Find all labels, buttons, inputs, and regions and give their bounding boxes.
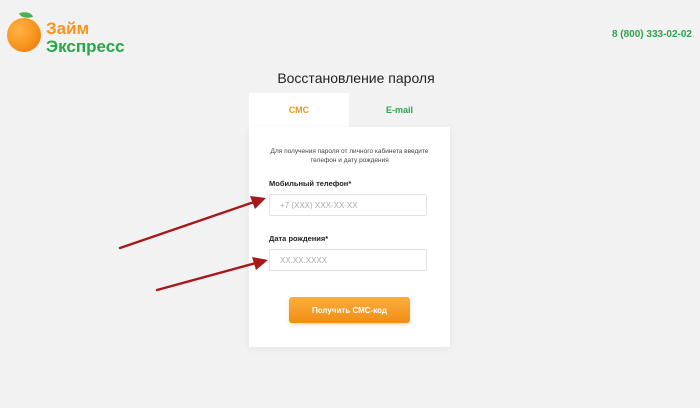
brand-name-line1: Займ: [46, 19, 90, 38]
get-sms-code-button[interactable]: Получить СМС-код: [289, 297, 410, 323]
orange-logo-icon: [7, 18, 41, 52]
brand-logo[interactable]: Займ Экспресс: [4, 9, 154, 56]
recovery-method-tabs: СМС E-mail: [249, 93, 450, 129]
arrow-to-phone-input-icon: [118, 196, 266, 250]
birthdate-label: Дата рождения*: [269, 234, 329, 243]
brand-name-line2: Экспресс: [46, 37, 125, 56]
header-phone[interactable]: 8 (800) 333-02-02: [612, 29, 692, 40]
form-hint: Для получения пароля от личного кабинета…: [270, 148, 429, 164]
birthdate-input[interactable]: [269, 249, 427, 271]
tab-sms[interactable]: СМС: [249, 93, 349, 127]
page-title: Восстановление пароля: [277, 70, 435, 86]
phone-input[interactable]: [269, 194, 427, 216]
recovery-form-card: Для получения пароля от личного кабинета…: [249, 127, 450, 347]
phone-label: Мобильный телефон*: [269, 179, 352, 188]
tab-email[interactable]: E-mail: [349, 93, 450, 127]
